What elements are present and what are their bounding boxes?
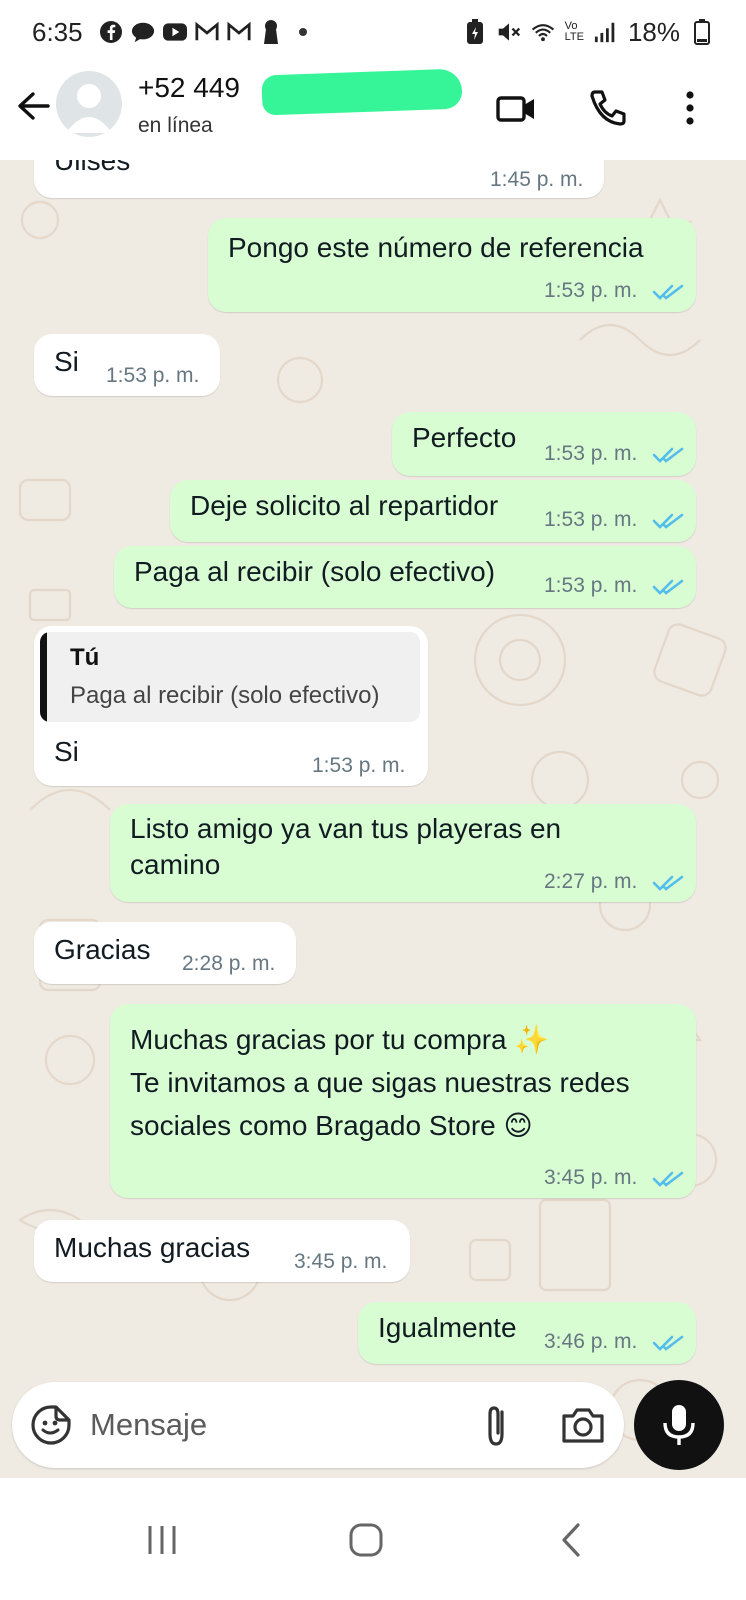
system-nav-bar <box>0 1478 746 1600</box>
message-text: Pongo este número de referencia <box>228 232 644 263</box>
message-text: Igualmente <box>378 1312 517 1343</box>
message-text: Si <box>54 736 79 767</box>
message-time: 1:53 p. m. <box>544 279 638 302</box>
gmail-icon <box>227 20 251 44</box>
message-text: Listo amigo ya van tus playeras en camin… <box>130 813 562 880</box>
message-composer <box>12 1382 624 1468</box>
message-bubble-incoming-reply[interactable]: Tú Paga al recibir (solo efectivo) Si 1:… <box>34 626 428 786</box>
keyhole-icon <box>259 20 283 44</box>
battery-percent: 18% <box>627 16 680 47</box>
avatar[interactable] <box>56 71 122 137</box>
message-bubble-outgoing[interactable]: Listo amigo ya van tus playeras en camin… <box>110 804 696 902</box>
message-text: Deje solicito al repartidor <box>190 490 499 521</box>
message-bubble-outgoing[interactable]: Paga al recibir (solo efectivo) 1:53 p. … <box>114 546 696 608</box>
message-bubble-incoming[interactable]: Gracias 2:28 p. m. <box>34 922 296 984</box>
read-ticks-icon <box>652 1171 684 1187</box>
sticker-icon[interactable] <box>30 1404 72 1446</box>
message-text: Perfecto <box>412 422 517 453</box>
chat-header: +52 449 en línea <box>0 64 746 160</box>
chat-icon <box>131 20 155 44</box>
message-time: 1:53 p. m. <box>544 442 638 465</box>
volte-icon: Vo LTE <box>565 21 584 43</box>
message-time: 1:45 p. m. <box>490 168 584 191</box>
wifi-icon <box>531 20 555 44</box>
message-bubble-outgoing[interactable]: Deje solicito al repartidor 1:53 p. m. <box>170 480 696 542</box>
message-time: 3:46 p. m. <box>544 1330 638 1353</box>
attach-icon[interactable] <box>474 1402 518 1448</box>
phone-call-icon[interactable] <box>586 86 630 130</box>
message-bubble-outgoing[interactable]: Igualmente 3:46 p. m. <box>358 1302 696 1364</box>
read-ticks-icon <box>652 513 684 529</box>
message-text: Si <box>54 346 79 377</box>
message-time: 1:53 p. m. <box>106 364 200 387</box>
mute-icon <box>497 20 521 44</box>
more-vert-icon[interactable] <box>668 86 712 130</box>
read-ticks-icon <box>652 1335 684 1351</box>
quote-accent-bar <box>40 632 47 722</box>
contact-name[interactable]: +52 449 <box>138 72 240 104</box>
message-time: 2:28 p. m. <box>182 952 276 975</box>
recent-apps-icon[interactable] <box>138 1518 186 1562</box>
video-call-icon[interactable] <box>494 86 538 130</box>
gmail-icon <box>195 20 219 44</box>
facebook-icon <box>99 20 123 44</box>
network-type-label: LTE <box>564 31 584 43</box>
message-text: Muchas gracias por tu compra ✨ Te invita… <box>130 1024 630 1141</box>
mic-icon <box>663 1405 695 1445</box>
battery-saver-icon <box>463 19 487 44</box>
read-ticks-icon <box>652 447 684 463</box>
quote-text: Paga al recibir (solo efectivo) <box>70 682 380 709</box>
home-icon[interactable] <box>342 1518 390 1562</box>
message-time: 1:53 p. m. <box>544 574 638 597</box>
mic-button[interactable] <box>634 1380 724 1470</box>
youtube-icon <box>162 20 187 44</box>
message-text: Gracias <box>54 934 151 965</box>
message-bubble-outgoing[interactable]: Perfecto 1:53 p. m. <box>392 412 696 476</box>
back-arrow-icon[interactable] <box>14 86 54 126</box>
message-text: Muchas gracias <box>54 1232 251 1263</box>
message-time: 1:53 p. m. <box>312 754 406 777</box>
chat-area[interactable]: Ulises 1:45 p. m. Pongo este número de r… <box>0 160 746 1478</box>
message-bubble-outgoing[interactable]: Muchas gracias por tu compra ✨ Te invita… <box>110 1004 696 1198</box>
message-time: 2:27 p. m. <box>544 870 638 893</box>
avatar-icon <box>66 84 112 133</box>
read-ticks-icon <box>652 284 684 300</box>
read-ticks-icon <box>652 579 684 595</box>
message-text: Paga al recibir (solo efectivo) <box>134 556 496 587</box>
redaction-mark <box>261 68 463 116</box>
quoted-message[interactable]: Tú Paga al recibir (solo efectivo) <box>40 632 420 722</box>
battery-icon <box>690 19 714 45</box>
camera-icon[interactable] <box>560 1404 606 1446</box>
status-bar: 6:35 Vo LTE 18% <box>0 0 746 64</box>
message-time: 3:45 p. m. <box>294 1250 388 1273</box>
message-input[interactable] <box>90 1400 450 1450</box>
back-icon[interactable] <box>548 1518 596 1562</box>
read-ticks-icon <box>652 875 684 891</box>
status-time: 6:35 <box>32 16 83 47</box>
message-bubble-incoming[interactable]: Muchas gracias 3:45 p. m. <box>34 1220 410 1282</box>
contact-status: en línea <box>138 114 213 137</box>
message-time: 1:53 p. m. <box>544 508 638 531</box>
dot-icon <box>291 20 315 44</box>
message-text: Ulises <box>54 160 131 176</box>
message-bubble-outgoing[interactable]: Pongo este número de referencia 1:53 p. … <box>208 218 696 312</box>
message-bubble-incoming[interactable]: Si 1:53 p. m. <box>34 334 220 396</box>
signal-icon <box>594 20 618 44</box>
message-bubble-incoming[interactable]: Ulises 1:45 p. m. <box>34 160 604 198</box>
quote-author: Tú <box>70 644 100 671</box>
message-time: 3:45 p. m. <box>544 1166 638 1189</box>
